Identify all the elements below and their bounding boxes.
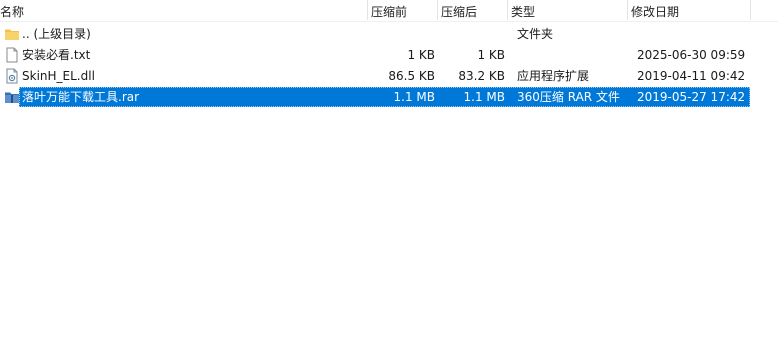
column-divider[interactable]: [627, 0, 628, 20]
column-divider[interactable]: [437, 0, 438, 20]
column-header: 名称 压缩前 压缩后 类型 修改日期: [0, 0, 778, 22]
file-row[interactable]: 安装必看.txt 1 KB 1 KB 2025-06-30 09:59: [0, 45, 778, 65]
file-size-before: 1 KB: [407, 48, 435, 62]
folder-icon: [4, 26, 20, 42]
text-file-icon: [4, 47, 20, 63]
column-modified-header[interactable]: 修改日期: [631, 4, 679, 20]
file-name: .. (上级目录): [22, 27, 91, 41]
file-modified: 2019-05-27 17:42: [637, 90, 746, 104]
file-type: 360压缩 RAR 文件: [517, 90, 620, 104]
column-divider[interactable]: [507, 0, 508, 20]
header-divider-line: [0, 21, 778, 22]
dll-file-icon: [4, 68, 20, 84]
file-type: 应用程序扩展: [517, 69, 590, 83]
file-size-after: [441, 24, 505, 44]
file-row-selected[interactable]: 落叶万能下载工具.rar 1.1 MB 1.1 MB 360压缩 RAR 文件 …: [0, 87, 778, 107]
file-modified: 2019-04-11 09:42: [637, 69, 746, 83]
file-size-before: [371, 24, 435, 44]
column-divider[interactable]: [367, 0, 368, 20]
file-row-parent[interactable]: .. (上级目录) 文件夹: [0, 24, 778, 44]
file-size-before: 86.5 KB: [388, 69, 435, 83]
file-size-before: 1.1 MB: [393, 90, 435, 104]
column-name-header[interactable]: 名称: [0, 4, 24, 20]
file-size-after: 1.1 MB: [463, 90, 505, 104]
file-name: 安装必看.txt: [22, 48, 91, 62]
file-row[interactable]: SkinH_EL.dll 86.5 KB 83.2 KB 应用程序扩展 2019…: [0, 66, 778, 86]
column-divider[interactable]: [750, 0, 751, 20]
rar-archive-icon: [4, 89, 20, 105]
file-type: 文件夹: [517, 27, 554, 41]
column-type-header[interactable]: 类型: [511, 4, 535, 20]
file-name: 落叶万能下载工具.rar: [22, 90, 140, 104]
column-before-header[interactable]: 压缩前: [371, 4, 407, 20]
file-name: SkinH_EL.dll: [22, 69, 95, 83]
file-modified: 2025-06-30 09:59: [637, 48, 746, 62]
file-size-after: 1 KB: [477, 48, 505, 62]
file-size-after: 83.2 KB: [458, 69, 505, 83]
column-after-header[interactable]: 压缩后: [441, 4, 477, 20]
